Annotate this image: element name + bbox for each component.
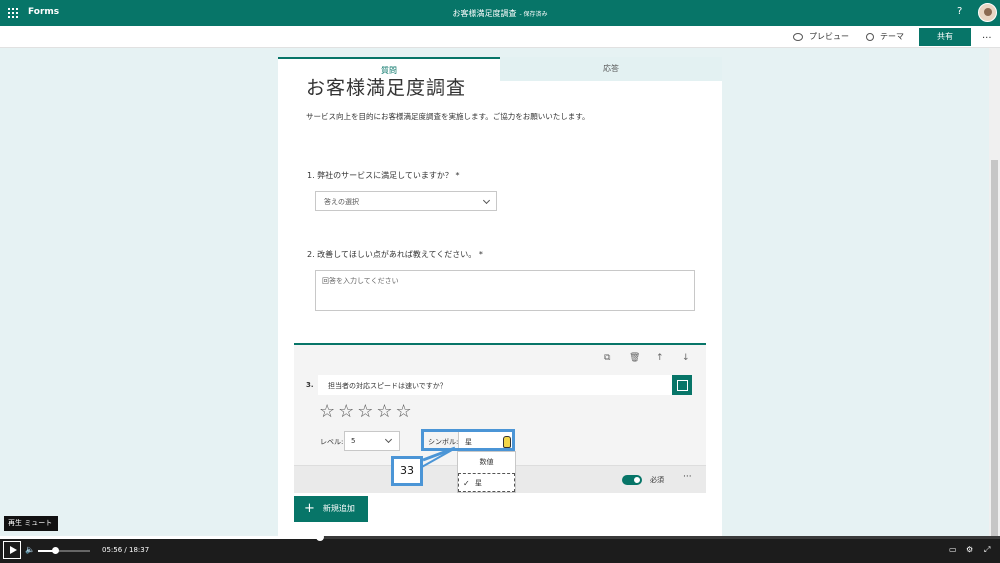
time-display: 05:56 / 18:37 — [102, 546, 149, 554]
volume-icon[interactable]: 🔈 — [25, 545, 35, 554]
required-toggle[interactable] — [622, 475, 642, 485]
question-2-answer-field[interactable]: 回答を入力してください — [315, 270, 695, 311]
symbol-option-star[interactable]: ✓ 星 — [458, 473, 515, 492]
move-up-icon[interactable]: ↑ — [656, 353, 664, 363]
progress-knob[interactable] — [316, 533, 324, 541]
document-title-text: お客様満足度調査 — [452, 9, 517, 18]
current-time: 05:56 — [102, 546, 123, 554]
command-bar: プレビュー テーマ 共有 ... — [0, 26, 1000, 48]
question-1-dropdown[interactable]: 答えの選択 — [315, 191, 497, 211]
share-button[interactable]: 共有 — [919, 28, 971, 46]
preview-label: プレビュー — [809, 32, 849, 41]
question-2-placeholder: 回答を入力してください — [322, 277, 399, 285]
help-icon[interactable]: ? — [957, 6, 962, 17]
form-title[interactable]: お客様満足度調査 — [306, 73, 466, 100]
play-icon[interactable] — [3, 541, 21, 559]
copy-icon[interactable]: ⧉ — [604, 353, 610, 363]
settings-icon[interactable]: ⚙ — [966, 545, 973, 554]
chevron-down-icon — [384, 435, 393, 444]
tab-responses[interactable]: 応答 — [500, 57, 722, 81]
more-options-icon[interactable]: ... — [982, 30, 992, 41]
rating-stars: ☆☆☆☆☆ — [319, 401, 415, 422]
captions-icon[interactable]: ▭ — [949, 545, 957, 554]
preview-button[interactable]: プレビュー — [793, 31, 849, 42]
save-status: - 保存済み — [519, 11, 548, 18]
suite-header: Forms お客様満足度調査 - 保存済み ? — [0, 0, 1000, 26]
question-1-label: 1. 弊社のサービスに満足していますか？ * — [307, 171, 460, 180]
add-new-label: 新規追加 — [322, 504, 355, 513]
move-down-icon[interactable]: ↓ — [682, 353, 690, 363]
avatar[interactable] — [978, 3, 997, 22]
delete-icon[interactable]: 🗑 — [629, 353, 640, 363]
symbol-highlight-box — [421, 429, 515, 451]
player-tooltip: 再生 ミュート — [4, 516, 58, 531]
eye-icon — [793, 32, 803, 41]
form-description[interactable]: サービス向上を目的にお客様満足度調査を実施します。ご協力をお願いいたします。 — [306, 111, 590, 122]
theme-label: テーマ — [880, 32, 904, 41]
checkmark-icon: ✓ — [463, 479, 470, 488]
fullscreen-icon[interactable]: ⤢ — [984, 545, 990, 555]
time-separator: / — [124, 546, 127, 554]
insert-media-icon[interactable] — [672, 375, 692, 395]
theme-button[interactable]: テーマ — [866, 31, 904, 42]
volume-knob[interactable] — [51, 547, 59, 554]
question-3-number: 3. — [306, 381, 314, 389]
video-progress-bar[interactable] — [0, 533, 1000, 541]
step-number: 33 — [400, 464, 414, 477]
volume-slider[interactable] — [38, 547, 90, 554]
question-3-title-text: 担当者の対応スピードは速いですか？ — [328, 382, 447, 390]
symbol-option-number[interactable]: 数値 — [458, 453, 515, 472]
document-title: お客様満足度調査 - 保存済み — [0, 8, 1000, 19]
more-options-icon[interactable]: ··· — [683, 472, 692, 482]
level-value: 5 — [351, 437, 356, 445]
progress-fill — [0, 536, 320, 539]
question-2-label: 2. 改善してほしい点があれば教えてください。 * — [307, 250, 483, 259]
question-1-placeholder: 答えの選択 — [324, 198, 359, 206]
palette-icon — [866, 32, 874, 41]
level-label: レベル: — [320, 438, 344, 446]
hand-cursor-icon — [503, 436, 511, 448]
level-select[interactable]: 5 — [344, 431, 400, 451]
scrollbar-thumb[interactable] — [991, 160, 998, 538]
step-callout: 33 — [391, 456, 423, 486]
symbol-dropdown-menu: 数値 ✓ 星 — [457, 451, 516, 493]
symbol-option-star-label: 星 — [475, 479, 482, 487]
total-time: 18:37 — [129, 546, 150, 554]
add-new-button[interactable]: + 新規追加 — [294, 496, 368, 522]
video-player-bar: 🔈 05:56 / 18:37 ▭ ⚙ ⤢ — [0, 538, 1000, 563]
plus-icon: + — [304, 501, 315, 516]
required-label: 必須 — [650, 476, 664, 484]
question-3-title-input[interactable]: 担当者の対応スピードは速いですか？ — [318, 375, 672, 395]
chevron-down-icon — [482, 196, 491, 205]
